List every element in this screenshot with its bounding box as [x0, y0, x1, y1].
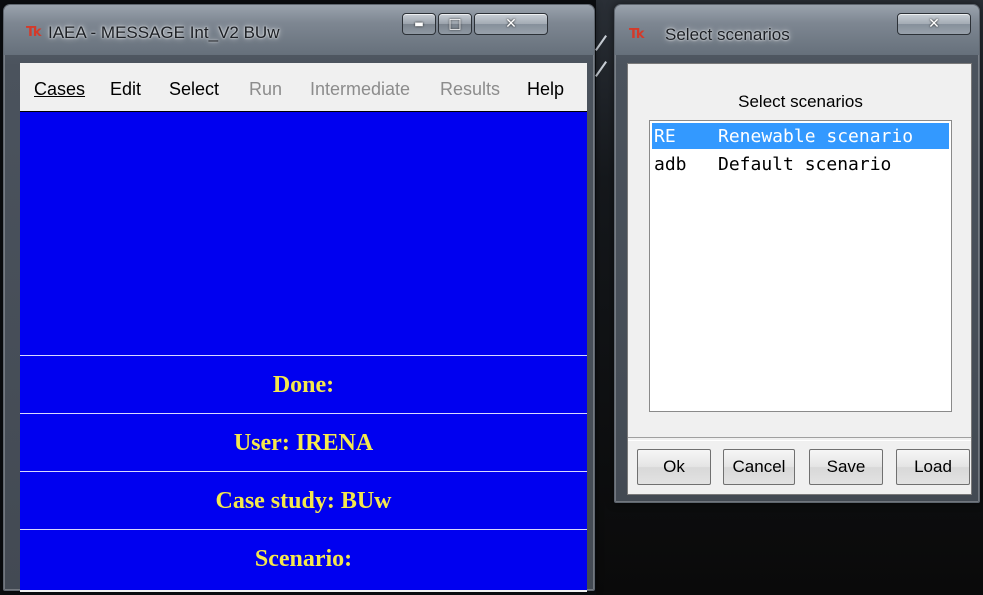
- dialog-client-area: Select scenarios RE Renewable scenario a…: [627, 63, 972, 495]
- desktop-decoration: [595, 61, 607, 77]
- maximize-icon: □: [448, 16, 462, 32]
- status-done-row: Done:: [20, 355, 587, 414]
- desktop-decoration: [595, 35, 607, 51]
- dialog-titlebar[interactable]: Tk Select scenarios ✕: [615, 5, 979, 55]
- menu-select[interactable]: Select: [169, 79, 219, 100]
- menu-run[interactable]: Run: [249, 79, 282, 100]
- dialog-close-button[interactable]: ✕: [897, 13, 971, 35]
- main-window: Tk IAEA - MESSAGE Int_V2 BUw ▬ □ ✕ Cases…: [3, 4, 595, 592]
- list-item[interactable]: adb Default scenario: [652, 151, 949, 177]
- status-scenario-row: Scenario:: [20, 529, 587, 588]
- minimize-icon: ▬: [414, 18, 424, 30]
- maximize-button[interactable]: □: [438, 13, 472, 35]
- list-item[interactable]: RE Renewable scenario: [652, 123, 949, 149]
- status-user: User: IRENA: [233, 429, 374, 456]
- main-client-area: Cases Edit Select Run Intermediate Resul…: [20, 63, 587, 592]
- status-scenario: Scenario:: [254, 545, 353, 572]
- scenario-code: RE: [654, 125, 676, 147]
- cancel-button[interactable]: Cancel: [723, 449, 795, 485]
- minimize-button[interactable]: ▬: [402, 13, 436, 35]
- status-user-row: User: IRENA: [20, 413, 587, 472]
- close-icon: ✕: [928, 16, 940, 32]
- status-done: Done:: [272, 371, 335, 398]
- select-scenarios-dialog: Tk Select scenarios ✕ Select scenarios R…: [614, 4, 980, 503]
- status-case-study-row: Case study: BUw: [20, 471, 587, 530]
- dialog-label: Select scenarios: [738, 92, 863, 111]
- close-icon: ✕: [505, 16, 517, 32]
- tk-logo-icon: Tk: [629, 27, 645, 42]
- scenario-code: adb: [654, 153, 687, 175]
- menu-edit[interactable]: Edit: [110, 79, 141, 100]
- main-display-panel: Done: User: IRENA Case study: BUw Scenar…: [20, 111, 587, 590]
- save-button[interactable]: Save: [809, 449, 883, 485]
- main-titlebar[interactable]: Tk IAEA - MESSAGE Int_V2 BUw ▬ □ ✕: [4, 5, 594, 55]
- dialog-title: Select scenarios: [665, 25, 790, 44]
- menu-results[interactable]: Results: [440, 79, 500, 100]
- tk-logo-icon: Tk: [26, 25, 42, 40]
- scenario-name: Default scenario: [718, 153, 892, 175]
- scenario-name: Renewable scenario: [718, 125, 914, 147]
- button-separator: [628, 437, 971, 441]
- scenario-listbox[interactable]: RE Renewable scenario adb Default scenar…: [649, 120, 952, 412]
- close-button[interactable]: ✕: [474, 13, 548, 35]
- menu-cases[interactable]: Cases: [34, 79, 85, 100]
- ok-button[interactable]: Ok: [637, 449, 711, 485]
- status-case-study: Case study: BUw: [215, 487, 392, 514]
- menu-help[interactable]: Help: [527, 79, 564, 100]
- menu-intermediate[interactable]: Intermediate: [310, 79, 410, 100]
- main-window-title: IAEA - MESSAGE Int_V2 BUw: [48, 23, 280, 42]
- menu-bar: Cases Edit Select Run Intermediate Resul…: [20, 63, 587, 111]
- load-button[interactable]: Load: [896, 449, 970, 485]
